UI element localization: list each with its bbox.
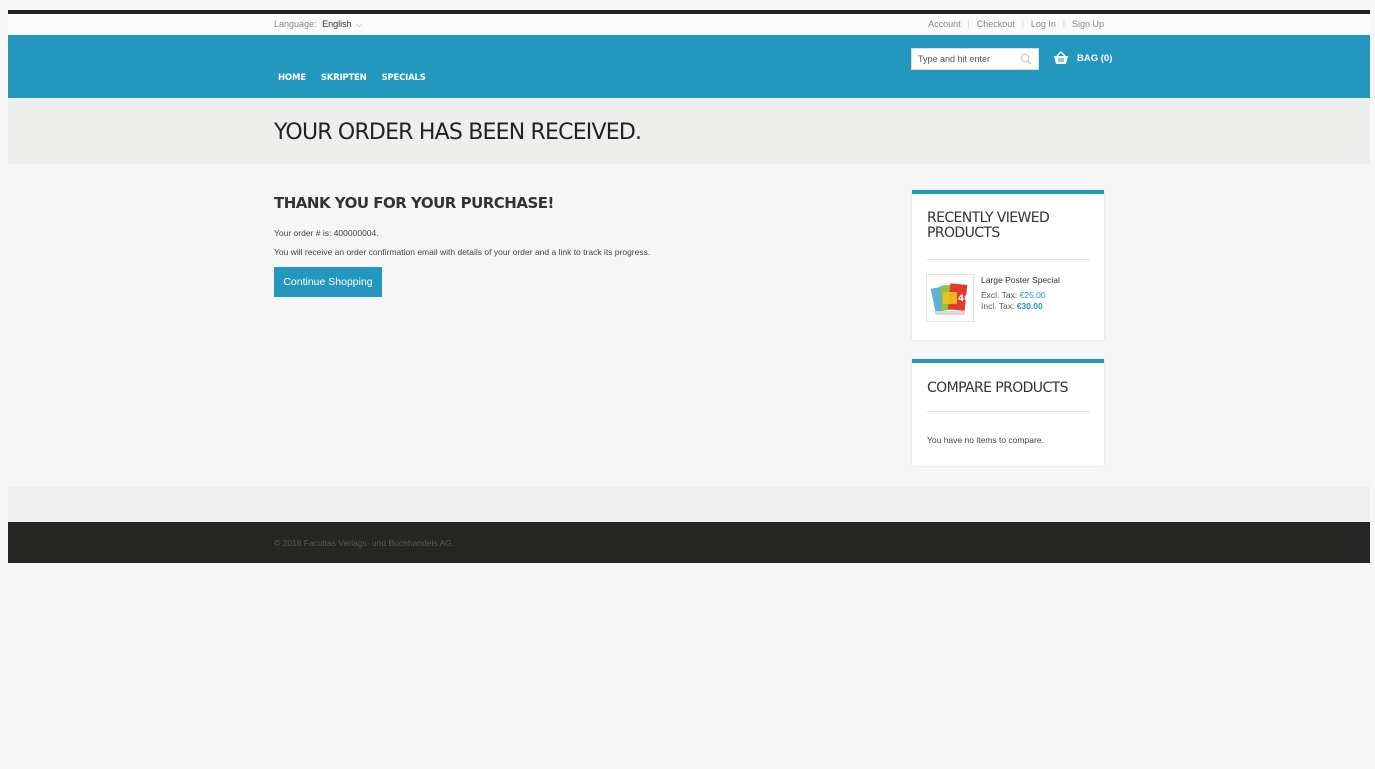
thank-you-heading: THANK YOU FOR YOUR PURCHASE! bbox=[274, 194, 554, 212]
recently-viewed-title: RECENTLY VIEWED PRODUCTS bbox=[927, 210, 1050, 241]
bag-button[interactable]: BAG (0) bbox=[1053, 51, 1112, 65]
main-content: THANK YOU FOR YOUR PURCHASE! Your order … bbox=[8, 164, 1370, 487]
recently-viewed-block: RECENTLY VIEWED PRODUCTS 40 Large Poster… bbox=[912, 190, 1104, 340]
order-number-text: Your order # is: 400000004. bbox=[274, 228, 379, 238]
language-label: Language: bbox=[274, 19, 317, 29]
compare-products-title: COMPARE PRODUCTS bbox=[927, 380, 1068, 396]
bag-label: BAG (0) bbox=[1077, 52, 1113, 64]
title-band: YOUR ORDER HAS BEEN RECEIVED. bbox=[8, 98, 1370, 164]
order-number: 400000004. bbox=[333, 228, 379, 238]
poster-image: 40 bbox=[930, 283, 971, 315]
compare-empty-text: You have no items to compare. bbox=[927, 435, 1044, 445]
incl-tax-amount: €30.00 bbox=[1016, 301, 1043, 311]
search-input[interactable] bbox=[912, 49, 1017, 69]
copyright-text: © 2016 Facultas Verlags- und Buchhandels… bbox=[274, 538, 455, 548]
chevron-down-icon[interactable]: ⌵ bbox=[356, 20, 362, 29]
divider bbox=[927, 259, 1090, 260]
divider bbox=[927, 411, 1090, 412]
product-name[interactable]: Large Poster Special bbox=[981, 275, 1060, 285]
compare-products-block: COMPARE PRODUCTS You have no items to co… bbox=[912, 359, 1104, 466]
continue-shopping-button[interactable]: Continue Shopping bbox=[274, 267, 382, 297]
signup-link[interactable]: Sign Up bbox=[1072, 19, 1104, 29]
login-link[interactable]: Log In bbox=[1031, 19, 1056, 29]
separator: | bbox=[1062, 19, 1065, 28]
price-incl-tax: Incl. Tax: €30.00 bbox=[981, 301, 1043, 311]
site-footer: © 2016 Facultas Verlags- und Buchhandels… bbox=[8, 522, 1370, 563]
basket-icon bbox=[1054, 51, 1068, 64]
account-link[interactable]: Account bbox=[928, 19, 961, 29]
svg-text:40: 40 bbox=[958, 294, 971, 304]
order-number-label: Your order # is: bbox=[274, 228, 334, 238]
top-bar: Language: English ⌵ Account | Checkout |… bbox=[8, 14, 1370, 35]
nav-item-specials[interactable]: SPECIALS bbox=[382, 73, 426, 83]
search-icon[interactable] bbox=[1020, 53, 1032, 65]
page-title: YOUR ORDER HAS BEEN RECEIVED. bbox=[274, 120, 642, 145]
separator: | bbox=[967, 19, 970, 28]
page-frame: Language: English ⌵ Account | Checkout |… bbox=[8, 0, 1370, 769]
incl-tax-label: Incl. Tax: bbox=[981, 301, 1017, 311]
language-switcher[interactable]: Language: English ⌵ bbox=[274, 19, 362, 30]
search-box bbox=[911, 48, 1039, 70]
nav-item-home[interactable]: HOME bbox=[278, 73, 306, 83]
main-nav: HOME SKRIPTEN SPECIALS bbox=[278, 73, 426, 83]
excl-tax-amount: €25.00 bbox=[1019, 290, 1046, 300]
separator: | bbox=[1021, 19, 1024, 28]
checkout-link[interactable]: Checkout bbox=[977, 19, 1015, 29]
language-value[interactable]: English bbox=[322, 19, 352, 29]
pre-footer bbox=[8, 487, 1370, 522]
confirmation-text: You will receive an order confirmation e… bbox=[274, 247, 651, 257]
product-thumbnail[interactable]: 40 bbox=[926, 274, 974, 322]
excl-tax-label: Excl. Tax: bbox=[981, 290, 1020, 300]
account-links: Account | Checkout | Log In | Sign Up bbox=[928, 19, 1104, 29]
nav-item-skripten[interactable]: SKRIPTEN bbox=[321, 73, 367, 83]
site-header: HOME SKRIPTEN SPECIALS BAG (0) bbox=[8, 35, 1370, 98]
price-excl-tax: Excl. Tax: €25.00 bbox=[981, 290, 1046, 300]
